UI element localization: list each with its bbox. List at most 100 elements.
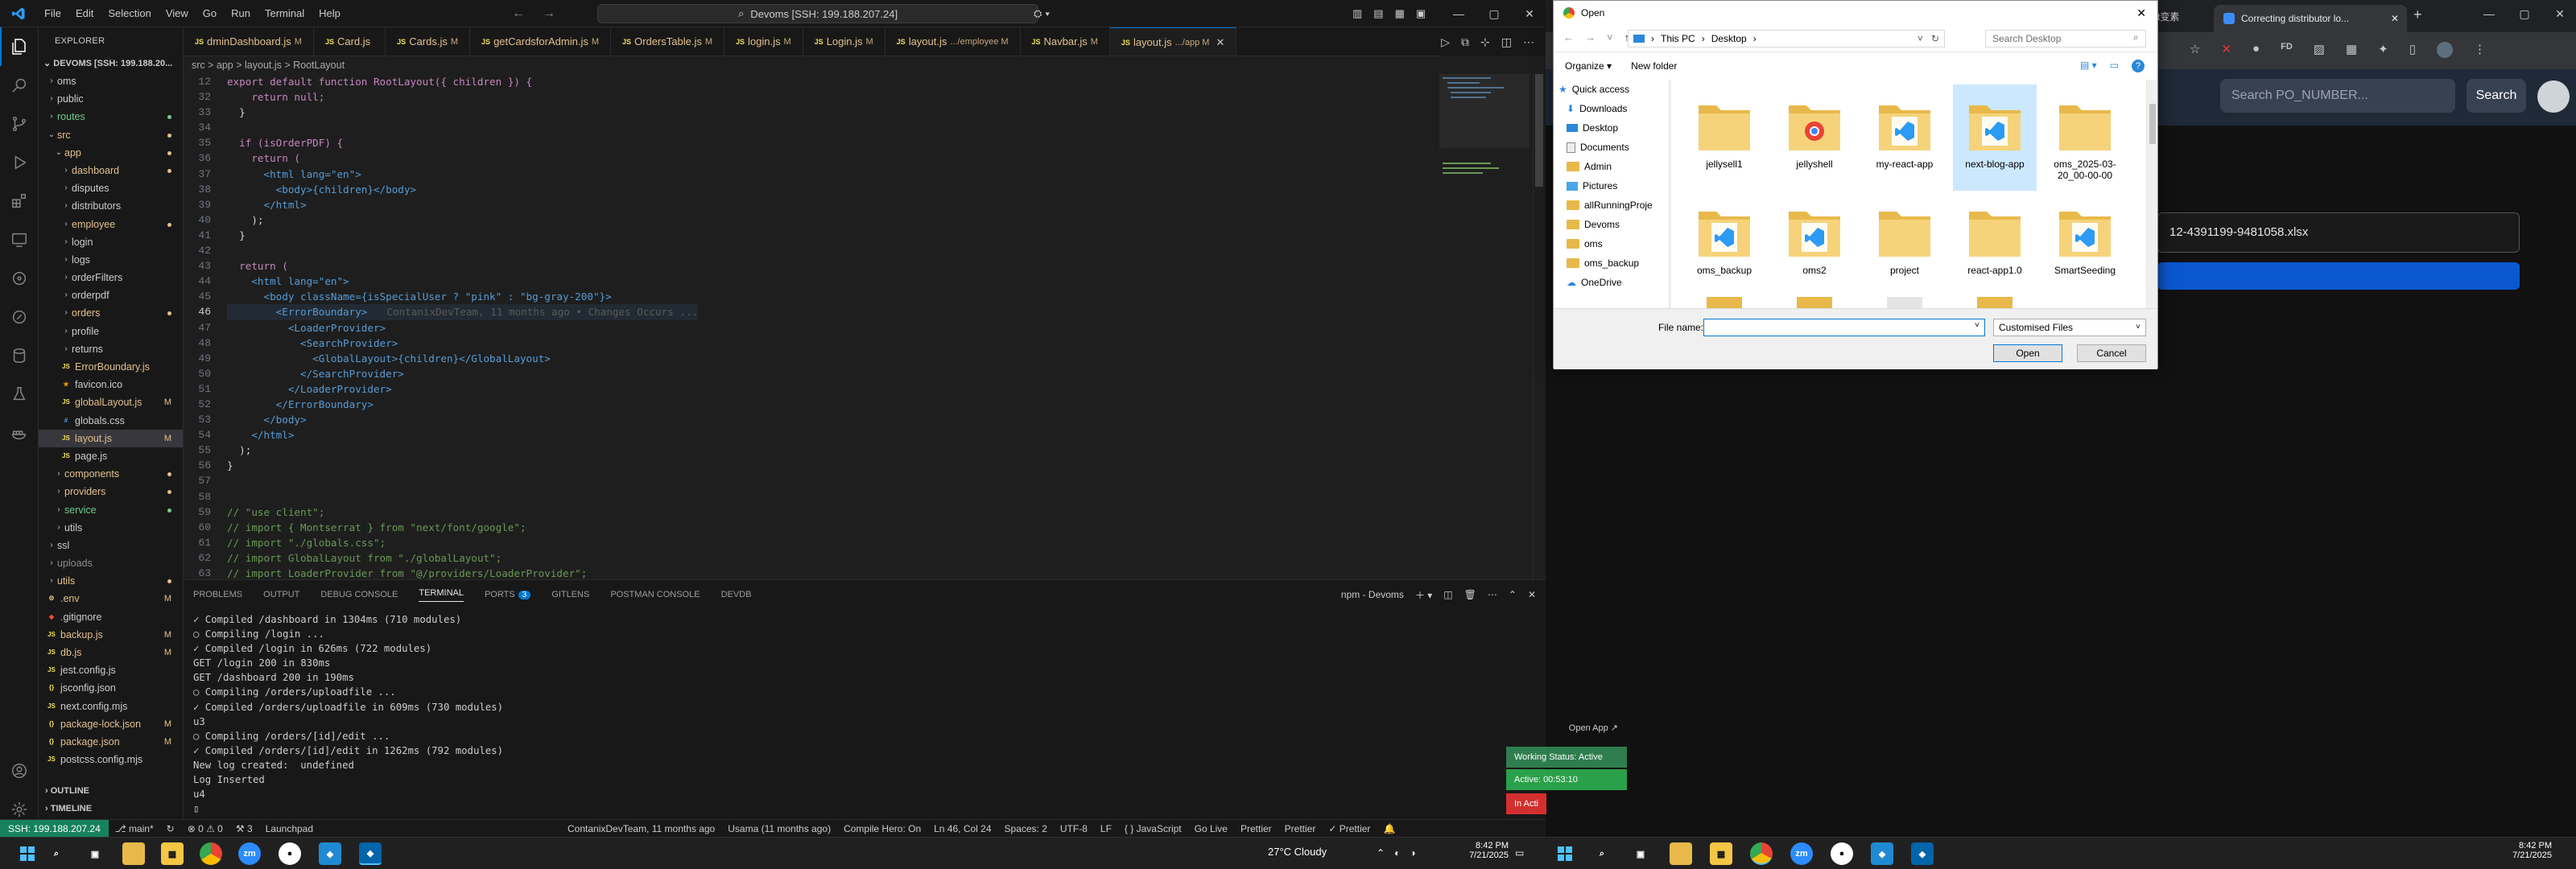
run-debug-icon[interactable]: [0, 143, 39, 182]
editor-tab[interactable]: JS getCardsforAdmin.js M: [470, 27, 612, 56]
branch-status[interactable]: ⎇ main*: [109, 823, 160, 834]
network-icon[interactable]: ◐: [1394, 847, 1400, 859]
po-search-input[interactable]: Search PO_NUMBER...: [2220, 79, 2455, 113]
folder-item[interactable]: › dashboard: [39, 162, 183, 179]
path-crumb-this-pc[interactable]: This PC: [1661, 33, 1695, 44]
notifications-icon[interactable]: 🔔: [1377, 823, 1402, 834]
dialog-scrollbar[interactable]: [2146, 80, 2157, 308]
taskbar-search-icon[interactable]: ⌕: [45, 842, 68, 865]
chrome-taskbar-icon[interactable]: [200, 842, 222, 865]
user-avatar[interactable]: [2537, 80, 2570, 113]
menu-edit[interactable]: Edit: [68, 0, 101, 27]
folder-item[interactable]: › providers: [39, 483, 183, 500]
panel-tab-debug-console[interactable]: DEBUG CONSOLE: [320, 590, 398, 599]
folder-item[interactable]: › routes: [39, 108, 183, 126]
file-item[interactable]: jellysell1: [1682, 84, 1766, 191]
dialog-cancel-button[interactable]: Cancel: [2077, 344, 2146, 362]
file-item[interactable]: ◆ .gitignore: [39, 608, 183, 626]
outline-header[interactable]: › OUTLINE: [39, 782, 183, 800]
new-folder-button[interactable]: New folder: [1631, 60, 1677, 72]
nav-pane-item[interactable]: Admin: [1554, 157, 1669, 176]
cursor-position[interactable]: Ln 46, Col 24: [927, 823, 997, 834]
file-item[interactable]: {} package-lock.json M: [39, 715, 183, 733]
command-center[interactable]: ⌕ Devoms [SSH: 199.188.207.24]: [597, 4, 1038, 23]
file-item[interactable]: JS db.js M: [39, 644, 183, 661]
folder-item[interactable]: › service: [39, 501, 183, 519]
editor-tab[interactable]: JS Navbar.js M: [1021, 27, 1110, 56]
chrome-taskbar-2-icon[interactable]: [1750, 842, 1773, 865]
nav-pane-item[interactable]: Desktop: [1554, 118, 1669, 138]
eol-status[interactable]: LF: [1094, 823, 1118, 834]
extensions-puzzle-icon[interactable]: ✦: [2378, 42, 2388, 58]
file-item[interactable]: SmartSeeding: [2043, 191, 2127, 297]
panel-tab-postman-console[interactable]: POSTMAN CONSOLE: [610, 590, 700, 599]
preview-pane-icon[interactable]: ▭: [2110, 60, 2119, 72]
editor-tab[interactable]: JS dminDashboard.js M: [184, 27, 314, 56]
taskbar-search-2-icon[interactable]: ⌕: [1591, 842, 1613, 865]
folder-item[interactable]: › orders: [39, 304, 183, 322]
copilot-icon[interactable]: ⛭ ▾: [1034, 0, 1050, 27]
vscode-taskbar-2-icon[interactable]: ◆: [1911, 842, 1934, 865]
file-item[interactable]: JS ErrorBoundary.js: [39, 358, 183, 376]
back-arrow-icon[interactable]: ←: [512, 6, 525, 21]
compare-icon[interactable]: ⧉: [1461, 35, 1469, 49]
panel-tab-output[interactable]: OUTPUT: [263, 590, 299, 599]
folder-item[interactable]: › employee: [39, 216, 183, 233]
app-taskbar-2-icon[interactable]: ●: [1831, 842, 1853, 865]
nav-pane-item[interactable]: Devoms: [1554, 215, 1669, 234]
user-status[interactable]: Usama (11 months ago): [721, 823, 837, 834]
zoom-taskbar-2-icon[interactable]: zm: [1790, 842, 1813, 865]
split-editor-icon[interactable]: ◫: [1501, 35, 1512, 49]
folder-item[interactable]: › oms: [39, 72, 183, 90]
trash-icon[interactable]: 🗑: [1464, 589, 1476, 600]
file-item[interactable]: JS jest.config.js: [39, 661, 183, 679]
store-icon[interactable]: ▦: [161, 842, 184, 865]
editor-tab[interactable]: JS Cards.js M: [386, 27, 471, 56]
layout-panel-icon[interactable]: ▤: [1373, 7, 1383, 20]
new-terminal-icon[interactable]: ＋ ▾: [1415, 588, 1432, 602]
more-actions-icon[interactable]: ⋯: [1523, 35, 1534, 49]
folder-item[interactable]: › ssl: [39, 537, 183, 554]
editor-tab[interactable]: JS login.js M: [724, 27, 803, 56]
file-item[interactable]: JS backup.js M: [39, 626, 183, 644]
file-item[interactable]: oms_2025-03-20_00-00-00: [2043, 84, 2127, 191]
vscode-alt-taskbar-2-icon[interactable]: ◆: [1871, 842, 1893, 865]
folder-item[interactable]: › utils: [39, 572, 183, 590]
path-crumb-desktop[interactable]: Desktop: [1711, 33, 1747, 44]
file-item[interactable]: jellyshell: [1773, 84, 1856, 191]
file-name-dropdown-icon[interactable]: ˅: [1975, 321, 1979, 330]
terminal-output[interactable]: ✓ Compiled /dashboard in 1304ms (710 mod…: [193, 612, 503, 816]
compile-hero-status[interactable]: Compile Hero: On: [837, 823, 927, 834]
volume-icon[interactable]: ◑: [1410, 847, 1415, 859]
indentation-status[interactable]: Spaces: 2: [998, 823, 1054, 834]
docker-icon[interactable]: [0, 414, 39, 452]
file-item[interactable]: JS page.js: [39, 447, 183, 465]
file-type-select[interactable]: Customised Files ˅: [1993, 319, 2146, 336]
breadcrumb[interactable]: src > app > layout.js > RootLayout: [184, 56, 1546, 74]
run-icon[interactable]: ▷: [1441, 35, 1450, 49]
editor-tab[interactable]: JS layout.js .../employee M: [886, 27, 1021, 56]
code-content[interactable]: export default function RootLayout({ chi…: [227, 74, 699, 581]
clock-2[interactable]: 8:42 PM 7/21/2025: [2496, 841, 2552, 860]
menu-terminal[interactable]: Terminal: [258, 0, 312, 27]
nav-pane-item[interactable]: ☁ OneDrive: [1554, 273, 1669, 292]
po-search-button[interactable]: Search: [2467, 79, 2526, 113]
dialog-search-input[interactable]: Search Desktop: [1985, 30, 2146, 47]
chrome-minimize-button[interactable]: —: [2471, 0, 2507, 27]
weather-widget[interactable]: 27°C Cloudy: [1268, 846, 1327, 858]
more-icon[interactable]: ⋯: [1488, 589, 1497, 600]
prettier-status-1[interactable]: Prettier: [1234, 823, 1278, 834]
nav-pane-item[interactable]: ★ Quick access: [1554, 80, 1669, 99]
menu-file[interactable]: File: [37, 0, 68, 27]
grid-extension-icon[interactable]: ▦: [2346, 42, 2357, 58]
close-button[interactable]: ✕: [1512, 0, 1546, 27]
folder-item[interactable]: › distributors: [39, 197, 183, 215]
chrome-tab-1[interactable]: t变素: [2157, 5, 2201, 29]
maximize-button[interactable]: ▢: [1476, 0, 1512, 27]
nav-pane-item[interactable]: oms: [1554, 234, 1669, 253]
folder-item[interactable]: ⌄ src: [39, 126, 183, 144]
file-item[interactable]: oms_backup: [1682, 191, 1766, 297]
dialog-forward-icon[interactable]: →: [1585, 31, 1596, 43]
account-icon[interactable]: [0, 752, 39, 790]
notification-center-icon[interactable]: ▭: [1515, 847, 1524, 859]
